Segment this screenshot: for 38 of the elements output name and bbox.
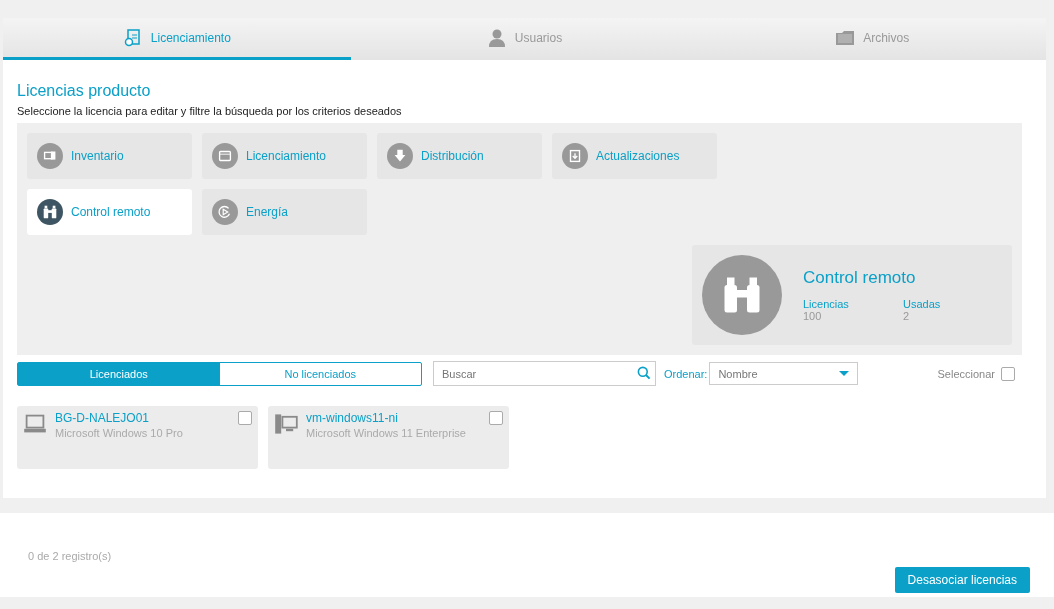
filter-toggle[interactable]: Licenciados <box>18 362 220 385</box>
device-os: Microsoft Windows 11 Enterprise <box>306 427 467 439</box>
product-tile[interactable]: Actualizaciones <box>552 133 717 179</box>
device-card[interactable]: BG-D-NALEJO01 Microsoft Windows 10 Pro <box>17 406 258 469</box>
sort-label: Ordenar: <box>664 367 708 380</box>
desktop-icon <box>274 412 298 436</box>
product-tile[interactable]: Energía <box>202 189 367 235</box>
stat-value: 100 <box>803 310 823 322</box>
tab[interactable]: Archivos <box>698 18 1046 60</box>
select-all-label: Seleccionar <box>937 367 995 380</box>
user-icon <box>486 27 507 48</box>
checkbox[interactable] <box>238 411 252 425</box>
search-icon <box>636 365 652 381</box>
sort-dropdown[interactable]: Nombre <box>709 362 859 385</box>
device-card[interactable]: vm-windows11-ni Microsoft Windows 11 Enterprise <box>268 406 509 469</box>
device-name: BG-D-NALEJO01 <box>55 411 151 425</box>
stat-label: Usadas <box>903 298 942 310</box>
product-tile[interactable]: Distribución <box>377 133 542 179</box>
license-icon <box>122 27 143 48</box>
product-tile[interactable]: Licenciamiento <box>202 133 367 179</box>
dissociate-button[interactable]: Desasociar licencias <box>894 567 1030 593</box>
section-heading: Licencias producto <box>17 82 152 100</box>
caret-icon <box>839 371 850 376</box>
detail-title: Control remoto <box>803 268 917 288</box>
binoculars-icon <box>41 203 59 221</box>
instructions-text: Seleccione la licencia para editar y filtre la búsqueda por los criterios deseados <box>17 105 403 117</box>
tab[interactable]: Usuarios <box>350 18 699 60</box>
device-os: Microsoft Windows 10 Pro <box>55 427 184 439</box>
filter-toggle[interactable]: No licenciados <box>219 362 421 385</box>
record-count: 0 de 2 registro(s) <box>28 550 113 562</box>
product-tile[interactable]: Inventario <box>27 133 192 179</box>
stat-label: Licencias <box>803 298 850 310</box>
checkbox[interactable] <box>1001 366 1015 381</box>
device-name: vm-windows11-ni <box>306 411 399 425</box>
search-field[interactable]: Buscar <box>433 361 656 386</box>
stat-value: 2 <box>903 310 911 322</box>
product-tile[interactable]: Control remoto <box>27 189 192 235</box>
checkbox[interactable] <box>489 411 503 425</box>
